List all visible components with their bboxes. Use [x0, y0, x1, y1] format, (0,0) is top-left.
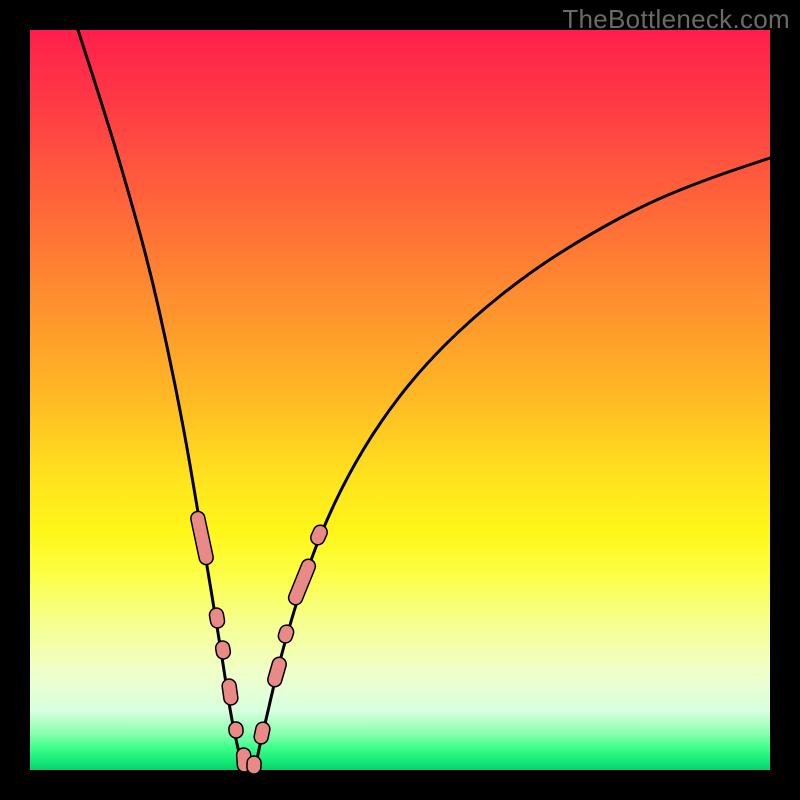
- curves-group: [78, 30, 770, 770]
- curve-marker: [215, 640, 232, 660]
- chart-stage: TheBottleneck.com: [0, 0, 800, 800]
- curve-marker: [221, 678, 238, 706]
- curve-marker: [287, 557, 318, 607]
- curve-marker: [309, 523, 330, 547]
- curve-marker: [190, 510, 215, 566]
- curve-marker: [277, 623, 296, 644]
- curve-right-branch: [255, 158, 770, 770]
- curve-overlay: [30, 30, 770, 770]
- curve-marker: [228, 721, 244, 738]
- curve-marker: [253, 721, 271, 745]
- curve-marker: [208, 607, 225, 629]
- curve-left-branch: [78, 30, 243, 770]
- markers-group: [190, 510, 330, 774]
- curve-marker: [266, 656, 288, 689]
- curve-marker: [247, 756, 262, 774]
